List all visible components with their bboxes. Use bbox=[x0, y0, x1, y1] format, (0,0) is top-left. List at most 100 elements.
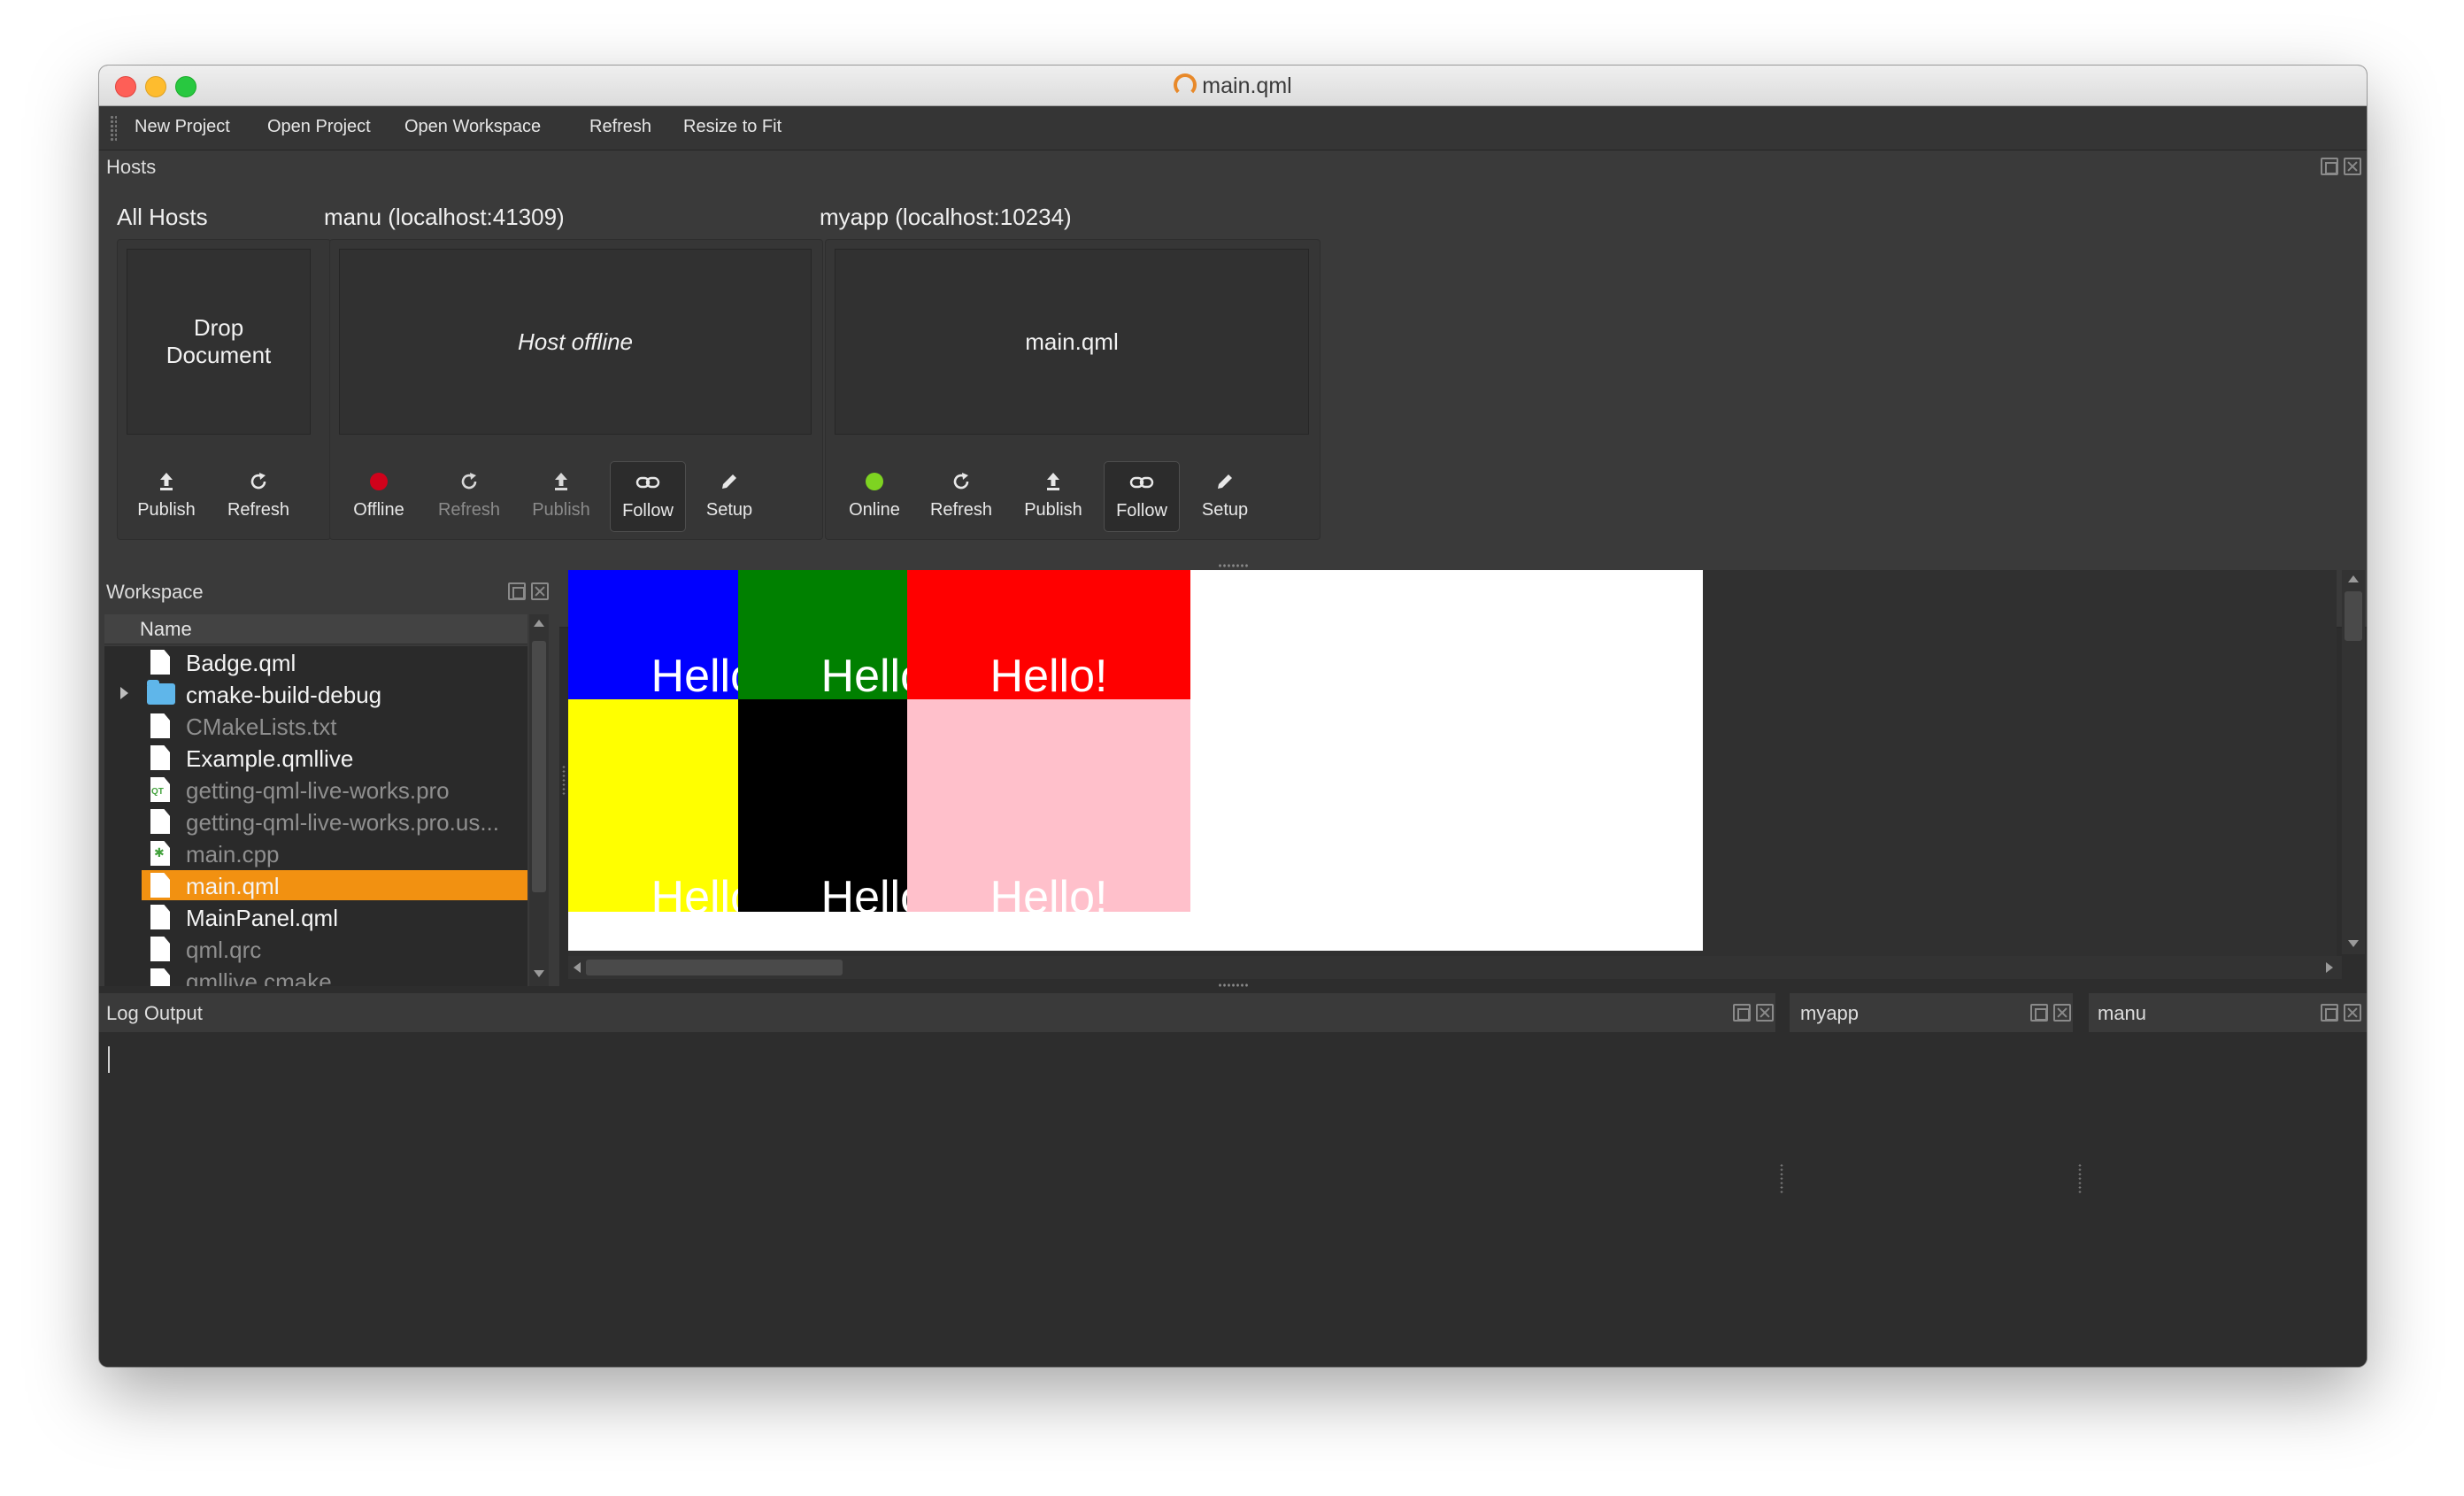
myapp-refresh-button[interactable]: Refresh bbox=[923, 461, 999, 532]
refresh-icon bbox=[923, 467, 999, 497]
tree-item-name: MainPanel.qml bbox=[186, 905, 338, 931]
scrollbar-thumb[interactable] bbox=[532, 641, 546, 892]
qmllive-app-icon bbox=[1174, 73, 1197, 96]
scroll-left-icon[interactable] bbox=[574, 962, 581, 973]
close-dock-icon[interactable] bbox=[2053, 1004, 2071, 1022]
live-preview-area[interactable]: Hello! Hello! Hello! Hello! Hello! Hello! bbox=[568, 570, 2337, 979]
tree-item-name: Example.qmllive bbox=[186, 745, 354, 772]
myapp-follow-button[interactable]: Follow bbox=[1104, 461, 1180, 532]
refresh-icon bbox=[220, 467, 296, 497]
all-hosts-publish-button[interactable]: Publish bbox=[128, 461, 204, 532]
file-icon bbox=[150, 905, 170, 929]
close-dock-icon[interactable] bbox=[1756, 1004, 1774, 1022]
all-hosts-label: All Hosts bbox=[117, 204, 208, 230]
tree-item-name: cmake-build-debug bbox=[186, 682, 382, 708]
name-column-header[interactable]: Name bbox=[104, 614, 527, 644]
tree-row[interactable]: MainPanel.qml bbox=[104, 901, 527, 933]
scroll-down-icon[interactable] bbox=[2348, 940, 2359, 947]
scroll-up-icon[interactable] bbox=[534, 620, 544, 627]
manu-host-card: Host offline Offline Refresh Publish Fol… bbox=[329, 239, 823, 540]
tree-row[interactable]: getting-qml-live-works.pro bbox=[104, 774, 527, 806]
tree-item-name: main.qml bbox=[186, 873, 280, 899]
workspace-scrollbar[interactable] bbox=[529, 614, 549, 986]
app-window: main.qml New Project Open Project Open W… bbox=[99, 66, 2367, 1367]
qt-project-file-icon bbox=[150, 777, 170, 802]
online-status-icon bbox=[866, 473, 883, 490]
myapp-status-button[interactable]: Online bbox=[836, 461, 912, 532]
expand-arrow-icon[interactable] bbox=[120, 687, 128, 699]
open-workspace-button[interactable]: Open Workspace bbox=[404, 117, 541, 137]
scroll-down-icon[interactable] bbox=[534, 970, 544, 977]
close-dock-icon[interactable] bbox=[2344, 1004, 2361, 1022]
manu-refresh-button[interactable]: Refresh bbox=[431, 461, 507, 532]
scrollbar-thumb[interactable] bbox=[586, 960, 843, 975]
tree-row[interactable]: cmake-build-debug bbox=[104, 678, 527, 710]
float-dock-icon[interactable] bbox=[2321, 158, 2338, 175]
cpp-file-icon bbox=[150, 841, 170, 866]
manu-status-button[interactable]: Offline bbox=[341, 461, 417, 532]
tree-item-name: Badge.qml bbox=[186, 650, 296, 676]
myapp-manu-splitter-handle[interactable] bbox=[2077, 1163, 2083, 1193]
manu-publish-button[interactable]: Publish bbox=[523, 461, 599, 532]
log-splitter-handle[interactable] bbox=[1218, 983, 1248, 988]
float-dock-icon[interactable] bbox=[2030, 1004, 2048, 1022]
tree-row[interactable]: qml.qrc bbox=[104, 933, 527, 965]
scrollbar-thumb[interactable] bbox=[2345, 591, 2362, 641]
tree-row[interactable]: main.cpp bbox=[104, 837, 527, 869]
hello-tile: Hello! bbox=[907, 699, 1190, 923]
title-bar: main.qml bbox=[99, 66, 2367, 106]
myapp-dock-title: myapp bbox=[1800, 1002, 1860, 1024]
tree-row[interactable]: Example.qmllive bbox=[104, 742, 527, 774]
toolbar-grip-handle[interactable] bbox=[110, 115, 117, 142]
scroll-right-icon[interactable] bbox=[2326, 962, 2333, 973]
float-dock-icon[interactable] bbox=[1733, 1004, 1751, 1022]
tree-item-name: getting-qml-live-works.pro bbox=[186, 777, 450, 804]
tree-item-name: getting-qml-live-works.pro.us... bbox=[186, 809, 499, 836]
close-dock-icon[interactable] bbox=[2344, 158, 2361, 175]
open-project-button[interactable]: Open Project bbox=[267, 117, 371, 137]
tree-row[interactable]: main.qml bbox=[104, 869, 527, 901]
pencil-icon bbox=[691, 467, 767, 497]
workspace-splitter-handle[interactable] bbox=[561, 765, 566, 795]
file-icon bbox=[150, 745, 170, 770]
setup-label: Setup bbox=[705, 500, 753, 520]
myapp-publish-button[interactable]: Publish bbox=[1015, 461, 1091, 532]
resize-to-fit-button[interactable]: Resize to Fit bbox=[683, 117, 782, 137]
online-label: Online bbox=[849, 500, 900, 520]
scroll-up-icon[interactable] bbox=[2348, 575, 2359, 582]
setup-label: Setup bbox=[1201, 500, 1249, 520]
float-dock-icon[interactable] bbox=[2321, 1004, 2338, 1022]
file-icon bbox=[150, 968, 170, 986]
workspace-file-tree[interactable]: Badge.qml cmake-build-debug CMakeLists.txt… bbox=[104, 646, 527, 986]
workspace-dock: Workspace Name Badge.qml cmake-build-debu… bbox=[99, 570, 559, 986]
refresh-button[interactable]: Refresh bbox=[589, 117, 651, 137]
hosts-splitter-handle[interactable] bbox=[1218, 563, 1248, 568]
manu-setup-button[interactable]: Setup bbox=[691, 461, 767, 532]
myapp-log-dock: myapp bbox=[1790, 993, 2073, 1367]
offline-label: Offline bbox=[353, 500, 404, 520]
all-hosts-refresh-button[interactable]: Refresh bbox=[220, 461, 296, 532]
upload-icon bbox=[523, 467, 599, 497]
tree-row[interactable]: getting-qml-live-works.pro.us... bbox=[104, 806, 527, 837]
float-dock-icon[interactable] bbox=[508, 582, 526, 600]
tree-row[interactable]: qmllive.cmake bbox=[104, 965, 527, 986]
myapp-preview-area[interactable]: main.qml bbox=[835, 249, 1309, 435]
log-text-cursor[interactable] bbox=[108, 1046, 110, 1073]
preview-horizontal-scrollbar[interactable] bbox=[568, 956, 2342, 979]
tree-row[interactable]: CMakeLists.txt bbox=[104, 710, 527, 742]
manu-follow-button[interactable]: Follow bbox=[610, 461, 686, 532]
pencil-icon bbox=[1187, 467, 1263, 497]
drop-document-area[interactable]: Drop Document bbox=[127, 249, 311, 435]
log-output-dock: Log Output bbox=[99, 993, 1775, 1367]
log-myapp-splitter-handle[interactable] bbox=[1779, 1163, 1784, 1193]
log-output-header: Log Output bbox=[99, 993, 1775, 1032]
folder-icon bbox=[147, 680, 175, 705]
myapp-setup-button[interactable]: Setup bbox=[1187, 461, 1263, 532]
publish-label: Publish bbox=[137, 500, 196, 520]
new-project-button[interactable]: New Project bbox=[135, 117, 230, 137]
tree-row[interactable]: Badge.qml bbox=[104, 646, 527, 678]
manu-preview-area[interactable]: Host offline bbox=[339, 249, 812, 435]
preview-vertical-scrollbar[interactable] bbox=[2342, 570, 2365, 954]
close-dock-icon[interactable] bbox=[531, 582, 549, 600]
file-icon bbox=[150, 873, 170, 898]
